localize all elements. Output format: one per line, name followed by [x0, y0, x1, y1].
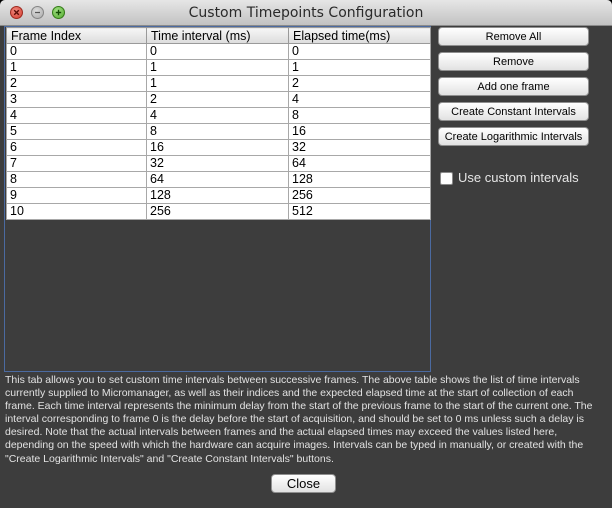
create-constant-intervals-button[interactable]: Create Constant Intervals — [438, 102, 589, 121]
table-row[interactable]: 111 — [6, 59, 431, 76]
time-interval-cell[interactable]: 0 — [146, 43, 289, 60]
table-row[interactable]: 448 — [6, 107, 431, 124]
create-logarithmic-intervals-button[interactable]: Create Logarithmic Intervals — [438, 127, 589, 146]
table-row[interactable]: 212 — [6, 75, 431, 92]
timepoints-table-scrollpane[interactable]: Frame Index Time interval (ms) Elapsed t… — [4, 26, 431, 372]
time-interval-cell[interactable]: 8 — [146, 123, 289, 140]
time-interval-cell[interactable]: 1 — [146, 75, 289, 92]
table-header-row: Frame Index Time interval (ms) Elapsed t… — [6, 27, 431, 44]
time-interval-cell[interactable]: 32 — [146, 155, 289, 172]
frame-index-cell[interactable]: 10 — [6, 203, 147, 220]
frame-index-cell[interactable]: 0 — [6, 43, 147, 60]
table-row[interactable]: 8 64 128 — [6, 171, 431, 188]
elapsed-time-cell[interactable]: 1 — [288, 59, 431, 76]
help-description: This tab allows you to set custom time i… — [5, 374, 593, 465]
elapsed-time-cell[interactable]: 32 — [288, 139, 431, 156]
time-interval-cell[interactable]: 16 — [146, 139, 289, 156]
table-row[interactable]: 6 16 32 — [6, 139, 431, 156]
frame-index-cell[interactable]: 6 — [6, 139, 147, 156]
window-title: Custom Timepoints Configuration — [188, 5, 424, 21]
column-header-frame-index[interactable]: Frame Index — [6, 27, 147, 44]
time-interval-cell[interactable]: 4 — [146, 107, 289, 124]
table-row[interactable]: 7 32 64 — [6, 155, 431, 172]
table-row[interactable]: 324 — [6, 91, 431, 108]
elapsed-time-cell[interactable]: 4 — [288, 91, 431, 108]
elapsed-time-cell[interactable]: 8 — [288, 107, 431, 124]
time-interval-cell[interactable]: 2 — [146, 91, 289, 108]
elapsed-time-cell[interactable]: 256 — [288, 187, 431, 204]
title-bar[interactable]: Custom Timepoints Configuration — [0, 0, 612, 26]
elapsed-time-cell[interactable]: 512 — [288, 203, 431, 220]
frame-index-cell[interactable]: 7 — [6, 155, 147, 172]
table-row[interactable]: 5 8 16 — [6, 123, 431, 140]
frame-index-cell[interactable]: 2 — [6, 75, 147, 92]
use-custom-intervals-checkbox[interactable] — [440, 172, 453, 185]
remove-button[interactable]: Remove — [438, 52, 589, 71]
table-row[interactable]: 000 — [6, 43, 431, 60]
timepoints-table: Frame Index Time interval (ms) Elapsed t… — [6, 27, 431, 220]
frame-index-cell[interactable]: 8 — [6, 171, 147, 188]
elapsed-time-cell[interactable]: 0 — [288, 43, 431, 60]
time-interval-cell[interactable]: 128 — [146, 187, 289, 204]
close-button[interactable]: Close — [271, 474, 336, 493]
time-interval-cell[interactable]: 1 — [146, 59, 289, 76]
elapsed-time-cell[interactable]: 128 — [288, 171, 431, 188]
column-header-elapsed-time[interactable]: Elapsed time(ms) — [288, 27, 431, 44]
configuration-window: Custom Timepoints Configuration Frame In… — [0, 0, 612, 508]
frame-index-cell[interactable]: 1 — [6, 59, 147, 76]
frame-index-cell[interactable]: 9 — [6, 187, 147, 204]
remove-all-button[interactable]: Remove All — [438, 27, 589, 46]
elapsed-time-cell[interactable]: 2 — [288, 75, 431, 92]
elapsed-time-cell[interactable]: 16 — [288, 123, 431, 140]
table-row[interactable]: 10 256 512 — [6, 203, 431, 220]
time-interval-cell[interactable]: 64 — [146, 171, 289, 188]
frame-index-cell[interactable]: 4 — [6, 107, 147, 124]
table-row[interactable]: 9 128 256 — [6, 187, 431, 204]
time-interval-cell[interactable]: 256 — [146, 203, 289, 220]
column-header-time-interval[interactable]: Time interval (ms) — [146, 27, 289, 44]
frame-index-cell[interactable]: 5 — [6, 123, 147, 140]
add-one-frame-button[interactable]: Add one frame — [438, 77, 589, 96]
elapsed-time-cell[interactable]: 64 — [288, 155, 431, 172]
frame-index-cell[interactable]: 3 — [6, 91, 147, 108]
use-custom-intervals-label: Use custom intervals — [458, 170, 579, 185]
